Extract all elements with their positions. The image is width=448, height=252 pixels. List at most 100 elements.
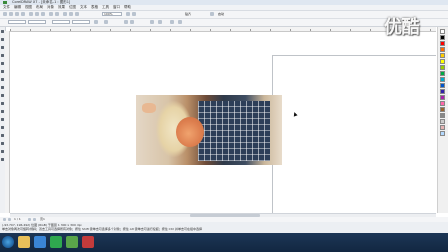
color-swatch[interactable] bbox=[440, 83, 445, 88]
shape-tool-icon[interactable] bbox=[1, 38, 4, 41]
menu-help[interactable]: 帮助 bbox=[124, 5, 131, 10]
menu-view[interactable]: 视图 bbox=[25, 5, 32, 10]
y-position-field[interactable] bbox=[28, 20, 46, 24]
next-page-icon[interactable] bbox=[28, 217, 31, 221]
height-field[interactable] bbox=[72, 20, 90, 24]
photo-plaid-shirt bbox=[198, 101, 270, 161]
parallel-dimension-tool-icon[interactable] bbox=[1, 110, 4, 113]
rulers-icon[interactable] bbox=[132, 12, 136, 16]
artistic-media-tool-icon[interactable] bbox=[1, 70, 4, 73]
text-tool-icon[interactable] bbox=[1, 102, 4, 105]
media-player-icon[interactable] bbox=[50, 236, 62, 248]
color-swatch[interactable] bbox=[440, 47, 445, 52]
app-icon bbox=[3, 1, 7, 4]
photo-hand bbox=[142, 103, 156, 113]
zoom-tool-icon[interactable] bbox=[1, 54, 4, 57]
transparency-tool-icon[interactable] bbox=[1, 134, 4, 137]
paste-icon[interactable] bbox=[41, 12, 45, 16]
menu-effects[interactable]: 效果 bbox=[58, 5, 65, 10]
redo-icon[interactable] bbox=[55, 12, 59, 16]
copy-icon[interactable] bbox=[35, 12, 39, 16]
new-icon[interactable] bbox=[3, 12, 7, 16]
recorder-icon[interactable] bbox=[82, 236, 94, 248]
system-tray[interactable] bbox=[398, 238, 416, 246]
color-swatch[interactable] bbox=[440, 71, 445, 76]
open-icon[interactable] bbox=[9, 12, 13, 16]
menu-text[interactable]: 文本 bbox=[80, 5, 87, 10]
color-swatch[interactable] bbox=[440, 95, 445, 100]
color-swatch[interactable] bbox=[440, 53, 445, 58]
color-swatch[interactable] bbox=[440, 113, 445, 118]
color-swatch[interactable] bbox=[440, 65, 445, 70]
rectangle-tool-icon[interactable] bbox=[1, 78, 4, 81]
polygon-tool-icon[interactable] bbox=[1, 94, 4, 97]
cut-icon[interactable] bbox=[29, 12, 33, 16]
drop-shadow-tool-icon[interactable] bbox=[1, 126, 4, 129]
mirror-horizontal-icon[interactable] bbox=[124, 20, 128, 24]
menu-bitmaps[interactable]: 位图 bbox=[69, 5, 76, 10]
color-swatch[interactable] bbox=[440, 101, 445, 106]
page-boundary bbox=[272, 55, 436, 213]
color-swatch[interactable] bbox=[440, 41, 445, 46]
drawing-canvas[interactable] bbox=[10, 32, 436, 213]
color-swatch[interactable] bbox=[440, 29, 445, 34]
import-icon[interactable] bbox=[69, 12, 73, 16]
youku-watermark: 优酷 bbox=[384, 17, 420, 38]
freehand-tool-icon[interactable] bbox=[1, 62, 4, 65]
last-page-icon[interactable] bbox=[33, 217, 36, 221]
standard-toolbar: 100% 贴齐 启动 bbox=[0, 11, 448, 19]
connector-tool-icon[interactable] bbox=[1, 118, 4, 121]
save-icon[interactable] bbox=[15, 12, 19, 16]
crop-tool-icon[interactable] bbox=[1, 46, 4, 49]
color-swatch[interactable] bbox=[440, 59, 445, 64]
undo-icon[interactable] bbox=[49, 12, 53, 16]
menu-file[interactable]: 文件 bbox=[3, 5, 10, 10]
fullscreen-icon[interactable] bbox=[126, 12, 130, 16]
interactive-fill-tool-icon[interactable] bbox=[1, 150, 4, 153]
ellipse-tool-icon[interactable] bbox=[1, 86, 4, 89]
export-icon[interactable] bbox=[75, 12, 79, 16]
mirror-vertical-icon[interactable] bbox=[130, 20, 134, 24]
color-palette bbox=[437, 27, 448, 213]
print-icon[interactable] bbox=[21, 12, 25, 16]
color-swatch[interactable] bbox=[440, 107, 445, 112]
selected-bitmap-image[interactable] bbox=[136, 95, 282, 165]
color-swatch[interactable] bbox=[440, 89, 445, 94]
photo-face bbox=[176, 117, 204, 147]
prev-page-icon[interactable] bbox=[8, 217, 11, 221]
menu-table[interactable]: 表格 bbox=[91, 5, 98, 10]
crop-icon[interactable] bbox=[170, 20, 174, 24]
x-position-field[interactable] bbox=[8, 20, 26, 24]
width-field[interactable] bbox=[52, 20, 70, 24]
color-swatch[interactable] bbox=[440, 35, 445, 40]
lock-ratio-icon[interactable] bbox=[94, 20, 98, 24]
menu-object[interactable]: 对象 bbox=[47, 5, 54, 10]
color-swatch[interactable] bbox=[440, 125, 445, 130]
pick-tool-icon[interactable] bbox=[1, 30, 4, 33]
menu-layout[interactable]: 布局 bbox=[36, 5, 43, 10]
trace-bitmap-icon[interactable] bbox=[158, 20, 162, 24]
rotate-icon[interactable] bbox=[104, 20, 108, 24]
menu-edit[interactable]: 编辑 bbox=[14, 5, 21, 10]
status-hint: 单击对象两次可旋转/倾斜；双击工具可选择所有对象；按住 Shift 键单击可选择… bbox=[2, 227, 202, 231]
browser-icon[interactable] bbox=[34, 236, 46, 248]
color-swatch[interactable] bbox=[440, 119, 445, 124]
search-icon[interactable] bbox=[63, 12, 67, 16]
explorer-icon[interactable] bbox=[18, 236, 30, 248]
color-swatch[interactable] bbox=[440, 131, 445, 136]
first-page-icon[interactable] bbox=[3, 217, 6, 221]
zoom-level-select[interactable]: 100% bbox=[102, 12, 122, 16]
resample-icon[interactable] bbox=[178, 20, 182, 24]
color-swatch[interactable] bbox=[440, 77, 445, 82]
options-icon[interactable] bbox=[210, 12, 214, 16]
coreldraw-taskbar-icon[interactable] bbox=[66, 236, 78, 248]
launch-button[interactable]: 启动 bbox=[218, 12, 224, 16]
windows-taskbar bbox=[0, 233, 448, 252]
eyedropper-tool-icon[interactable] bbox=[1, 142, 4, 145]
menu-window[interactable]: 窗口 bbox=[113, 5, 120, 10]
start-button[interactable] bbox=[2, 236, 14, 248]
edit-bitmap-icon[interactable] bbox=[150, 20, 154, 24]
snap-to-button[interactable]: 贴齐 bbox=[185, 12, 191, 16]
smart-fill-tool-icon[interactable] bbox=[1, 158, 4, 161]
menu-tools[interactable]: 工具 bbox=[102, 5, 109, 10]
